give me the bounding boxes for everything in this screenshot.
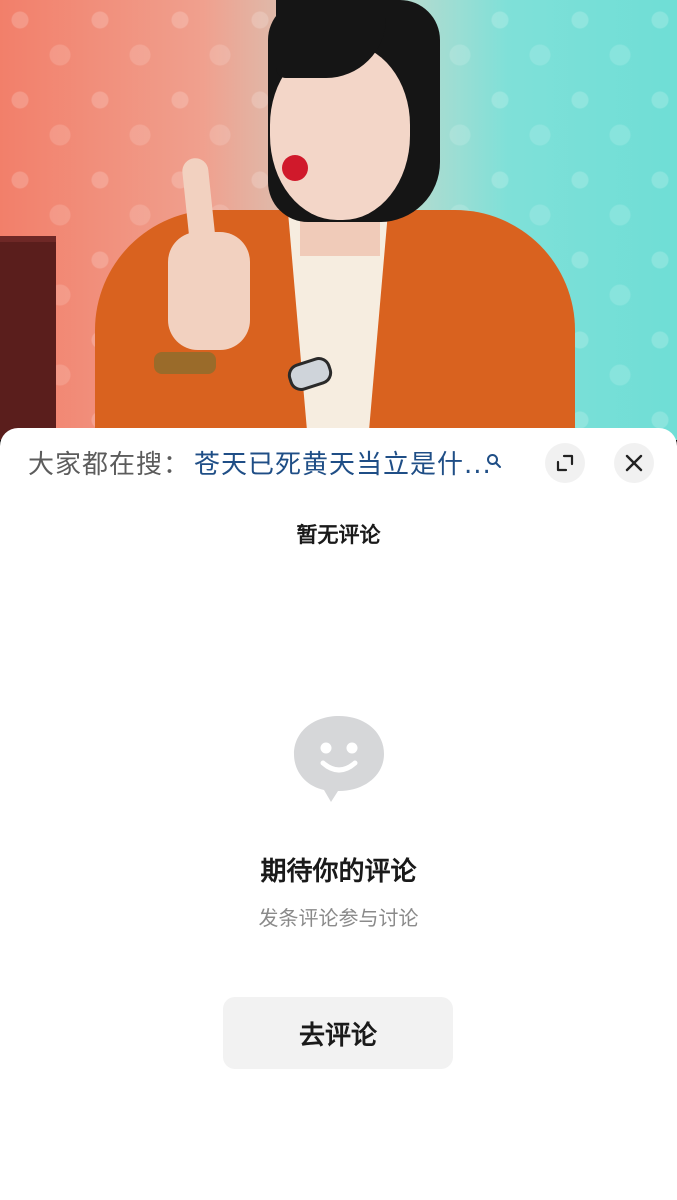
no-comment-header: 暂无评论 bbox=[296, 523, 381, 547]
app-screen: 大家都在搜： 苍天已死黄天当立是什... 暂无评论 期待你的评论 发条评论参与讨… bbox=[0, 0, 677, 1200]
suggested-search-bar[interactable]: 大家都在搜： 苍天已死黄天当立是什... bbox=[0, 428, 677, 500]
presenter-lips bbox=[282, 155, 308, 181]
empty-state-subtitle: 发条评论参与讨论 bbox=[258, 906, 419, 930]
expand-button[interactable] bbox=[545, 443, 585, 483]
close-icon bbox=[625, 454, 643, 472]
suggested-search-link[interactable]: 苍天已死黄天当立是什... bbox=[194, 445, 492, 485]
presenter-hand bbox=[168, 232, 250, 350]
expand-icon bbox=[556, 454, 574, 472]
video-player[interactable] bbox=[0, 0, 677, 440]
presenter-watch bbox=[154, 352, 216, 374]
smiley-chat-bubble-icon bbox=[294, 716, 384, 802]
close-button[interactable] bbox=[614, 443, 654, 483]
empty-state-title: 期待你的评论 bbox=[260, 857, 417, 887]
go-comment-button[interactable]: 去评论 bbox=[223, 997, 453, 1069]
comment-sheet: 大家都在搜： 苍天已死黄天当立是什... 暂无评论 期待你的评论 发条评论参与讨… bbox=[0, 428, 677, 1200]
search-icon[interactable] bbox=[486, 453, 502, 469]
search-prefix-label: 大家都在搜： bbox=[28, 450, 191, 480]
background-cabinet bbox=[0, 236, 56, 440]
